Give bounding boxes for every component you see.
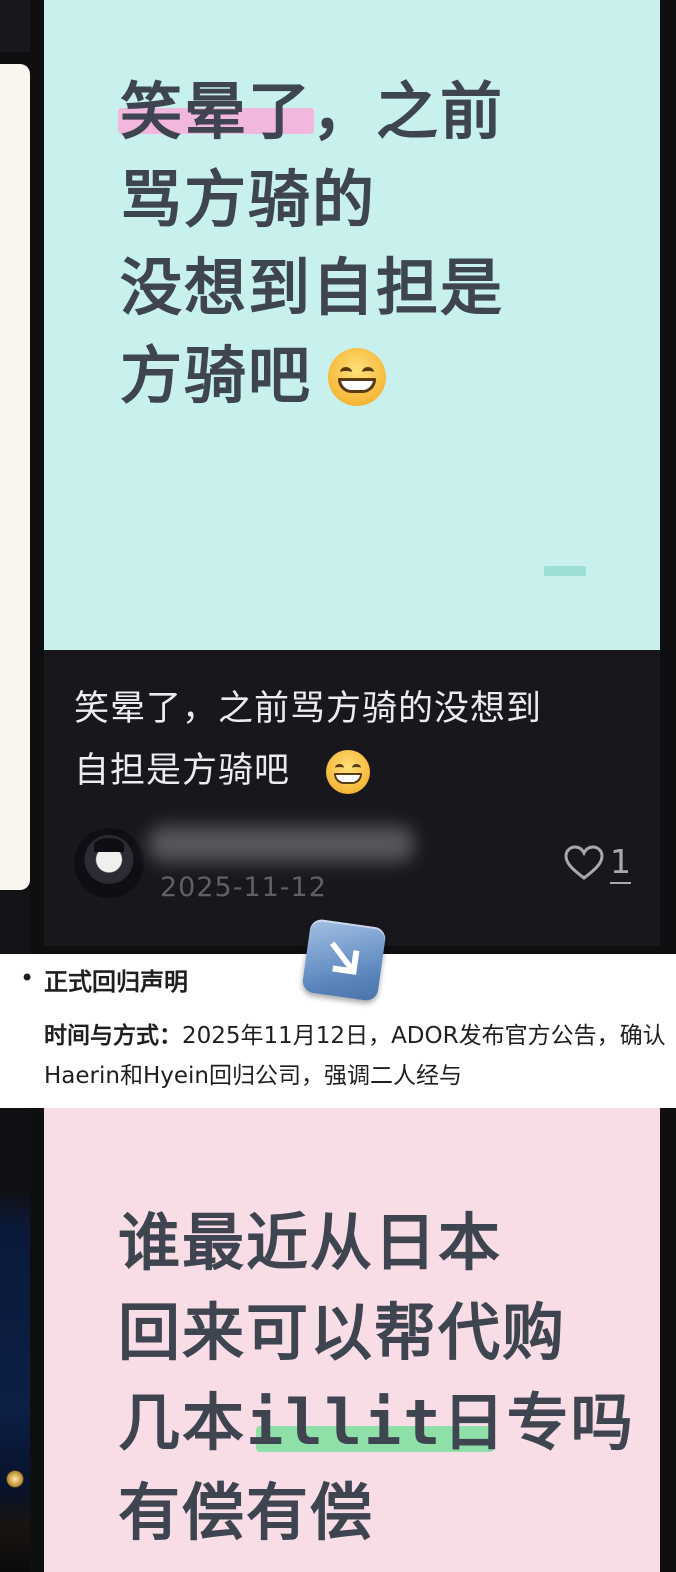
adjacent-post-image[interactable] — [0, 1108, 30, 1572]
author-name-blurred[interactable] — [148, 826, 414, 862]
snippet-heading: 正式回归声明 — [44, 968, 188, 996]
heart-icon[interactable] — [564, 845, 604, 881]
post-card-top[interactable]: 笑晕了，之前 骂方骑的 没想到自担是 方骑吧 笑晕了，之前骂方骑的没想到 自担是… — [44, 0, 660, 946]
like-count[interactable]: 1 — [610, 842, 631, 884]
grinning-face-emoji-icon — [328, 348, 386, 406]
snippet-detail: 时间与方式：2025年11月12日，ADOR发布官方公告，确认Haerin和Hy… — [44, 1016, 668, 1096]
left-column-strip — [0, 0, 30, 52]
bullet: • — [20, 964, 35, 992]
post-card-bottom[interactable]: 谁最近从日本 回来可以帮代购 几本illit日专吗 有偿有偿 — [44, 1108, 660, 1572]
cover-decoration — [544, 566, 586, 576]
adjacent-image-detail — [6, 1470, 24, 1488]
avatar[interactable] — [74, 828, 144, 898]
post-cover-image[interactable]: 笑晕了，之前 骂方骑的 没想到自担是 方骑吧 — [44, 0, 660, 650]
post-date: 2025-11-12 — [160, 872, 327, 903]
adjacent-post-card[interactable] — [0, 64, 30, 890]
cover-text: 笑晕了，之前 骂方骑的 没想到自担是 方骑吧 — [120, 75, 505, 412]
left-column-gap — [0, 890, 30, 954]
down-right-arrow-icon — [301, 918, 387, 1002]
detail-label: 时间与方式： — [44, 1023, 182, 1049]
cover-text-bottom: 谁最近从日本 回来可以帮代购 几本illit日专吗 有偿有偿 — [118, 1206, 635, 1549]
grinning-face-emoji-icon — [326, 750, 370, 794]
